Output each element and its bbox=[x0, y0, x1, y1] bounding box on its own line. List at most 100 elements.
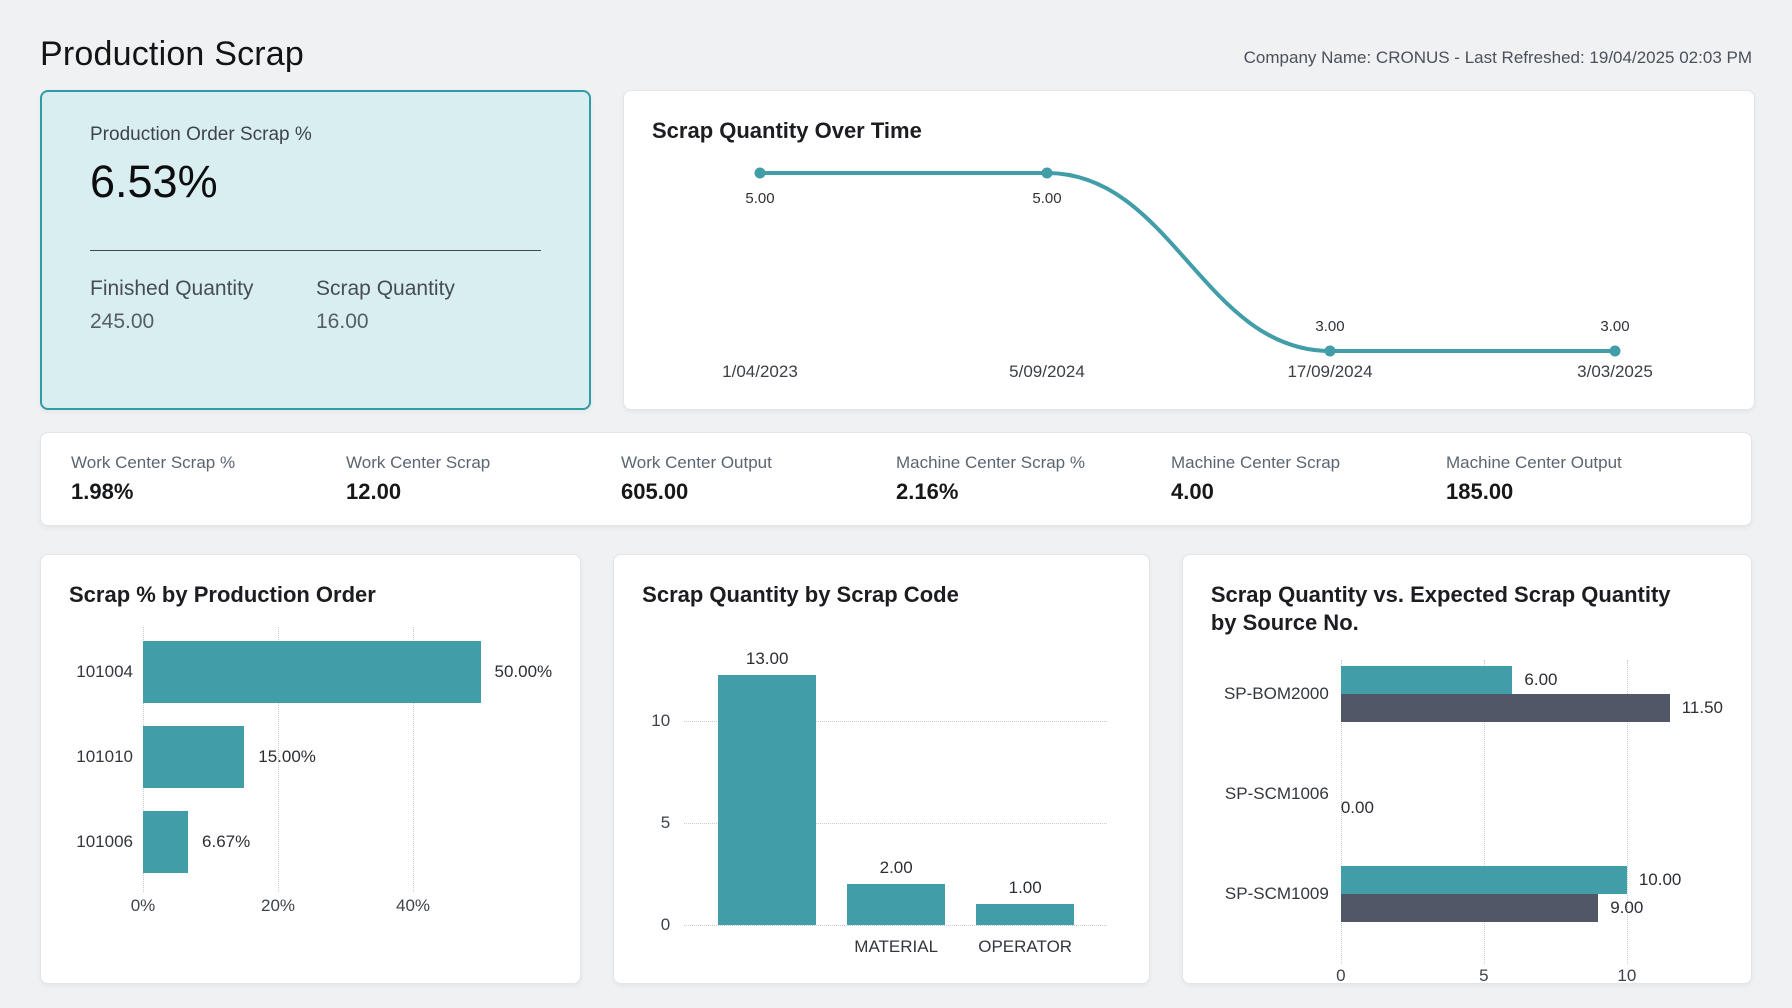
x-axis-label: 17/09/2024 bbox=[1287, 362, 1372, 381]
axis-tick: 5 bbox=[661, 813, 670, 833]
bar-value-label: 6.00 bbox=[1524, 670, 1557, 690]
metric-value: 605.00 bbox=[621, 479, 896, 505]
bar-101006[interactable] bbox=[143, 811, 188, 873]
horizontal-bar-plot: 101004 50.00% 101010 15.00% 101006 6.67%… bbox=[69, 641, 552, 922]
x-axis: 0 5 10 bbox=[1211, 966, 1723, 992]
bar-group: 1.00 OPERATOR bbox=[976, 649, 1074, 925]
bar-value-label: 11.50 bbox=[1682, 698, 1723, 718]
x-axis-label: 5/09/2024 bbox=[1009, 362, 1085, 381]
bar-value-label: 10.00 bbox=[1639, 870, 1682, 890]
bar-101004[interactable] bbox=[143, 641, 481, 703]
metric-work-center-scrap-pct: Work Center Scrap % 1.98% bbox=[71, 453, 346, 505]
kpi-sub-metrics: Finished Quantity 245.00 Scrap Quantity … bbox=[90, 277, 541, 334]
bars: 13.00 2.00 MATERIAL 1.00 OPERATOR bbox=[714, 649, 1117, 925]
chart-title: Scrap % by Production Order bbox=[69, 581, 552, 609]
kpi-divider bbox=[90, 250, 541, 251]
bar-value-label: 0.00 bbox=[1341, 798, 1374, 818]
axis-tick: 0% bbox=[131, 896, 156, 916]
bar-101010[interactable] bbox=[143, 726, 244, 788]
finished-quantity-value: 245.00 bbox=[90, 310, 316, 334]
bar-scrap-quantity[interactable] bbox=[1341, 866, 1627, 894]
axis-tick: 5 bbox=[1479, 966, 1488, 986]
metric-label: Work Center Scrap bbox=[346, 453, 621, 473]
data-point-label: 5.00 bbox=[745, 190, 774, 207]
line-series-path[interactable] bbox=[760, 173, 1615, 351]
bar-value-label: 1.00 bbox=[1009, 878, 1042, 898]
metric-work-center-scrap: Work Center Scrap 12.00 bbox=[346, 453, 621, 505]
bar-row-sp-scm1006: SP-SCM1006 0.00 bbox=[1211, 766, 1723, 822]
bar-value-label: 13.00 bbox=[746, 649, 789, 669]
category-label: SP-SCM1006 bbox=[1211, 784, 1329, 804]
x-axis-label: 3/03/2025 bbox=[1577, 362, 1653, 381]
data-point-dot[interactable] bbox=[1610, 345, 1621, 356]
header-meta: Company Name: CRONUS - Last Refreshed: 1… bbox=[1244, 48, 1752, 74]
bar-row: 101010 15.00% bbox=[69, 726, 552, 788]
finished-quantity-label: Finished Quantity bbox=[90, 277, 316, 301]
bar-expected-scrap-quantity[interactable] bbox=[1341, 694, 1670, 722]
bar-row-sp-bom2000: SP-BOM2000 6.00 11.50 bbox=[1211, 666, 1723, 722]
metric-machine-center-scrap-pct: Machine Center Scrap % 2.16% bbox=[896, 453, 1171, 505]
metric-label: Machine Center Scrap % bbox=[896, 453, 1171, 473]
scrap-quantity: Scrap Quantity 16.00 bbox=[316, 277, 541, 334]
axis-tick: 10 bbox=[651, 711, 670, 731]
metric-machine-center-output: Machine Center Output 185.00 bbox=[1446, 453, 1721, 505]
kpi-card[interactable]: Production Order Scrap % 6.53% Finished … bbox=[40, 90, 591, 410]
kpi-label: Production Order Scrap % bbox=[90, 124, 541, 146]
metric-machine-center-scrap: Machine Center Scrap 4.00 bbox=[1171, 453, 1446, 505]
bar-line: 10.00 bbox=[1341, 866, 1682, 894]
gridline bbox=[684, 925, 1107, 926]
category-label: 101006 bbox=[69, 832, 133, 852]
scrap-by-scrap-code-card: Scrap Quantity by Scrap Code 10 5 0 13.0… bbox=[613, 554, 1150, 984]
bar-line: 9.00 bbox=[1341, 894, 1682, 922]
scrap-quantity-value: 16.00 bbox=[316, 310, 541, 334]
metric-label: Work Center Output bbox=[621, 453, 896, 473]
metric-label: Machine Center Scrap bbox=[1171, 453, 1446, 473]
bar-blank-code[interactable] bbox=[718, 675, 816, 925]
vertical-bar-plot: 10 5 0 13.00 2.00 MATERIAL 1.00 bbox=[684, 649, 1117, 925]
data-point-label: 3.00 bbox=[1315, 318, 1344, 335]
bar-line: 6.00 bbox=[1341, 666, 1723, 694]
data-point-label: 3.00 bbox=[1600, 318, 1629, 335]
bar-expected-scrap-quantity[interactable] bbox=[1341, 894, 1598, 922]
bar-row-sp-scm1009: SP-SCM1009 10.00 9.00 bbox=[1211, 866, 1723, 922]
chart-title: Scrap Quantity vs. Expected Scrap Quanti… bbox=[1211, 581, 1681, 636]
bar-value-label: 6.67% bbox=[202, 832, 250, 852]
metric-label: Machine Center Output bbox=[1446, 453, 1721, 473]
metric-value: 185.00 bbox=[1446, 479, 1721, 505]
axis-tick: 40% bbox=[396, 896, 430, 916]
metric-value: 1.98% bbox=[71, 479, 346, 505]
data-point-dot[interactable] bbox=[1325, 345, 1336, 356]
bar-scrap-quantity[interactable] bbox=[1341, 666, 1513, 694]
bar-line: 11.50 bbox=[1341, 694, 1723, 722]
category-label: SP-BOM2000 bbox=[1211, 684, 1329, 704]
metric-value: 12.00 bbox=[346, 479, 621, 505]
bar-operator[interactable] bbox=[976, 904, 1074, 924]
bar-row: 101006 6.67% bbox=[69, 811, 552, 873]
bar-pair: 10.00 9.00 bbox=[1341, 866, 1682, 922]
bar-material[interactable] bbox=[847, 884, 945, 925]
chart-title: Scrap Quantity Over Time bbox=[652, 117, 1726, 145]
production-scrap-dashboard: Production Scrap Company Name: CRONUS - … bbox=[0, 0, 1792, 1008]
row-bottom: Scrap % by Production Order 101004 50.00… bbox=[40, 554, 1752, 984]
finished-quantity: Finished Quantity 245.00 bbox=[90, 277, 316, 334]
metric-value: 2.16% bbox=[896, 479, 1171, 505]
bar-value-label: 15.00% bbox=[258, 747, 316, 767]
data-point-dot[interactable] bbox=[755, 167, 766, 178]
category-label: OPERATOR bbox=[978, 937, 1072, 957]
scrap-quantity-label: Scrap Quantity bbox=[316, 277, 541, 301]
metric-work-center-output: Work Center Output 605.00 bbox=[621, 453, 896, 505]
metric-value: 4.00 bbox=[1171, 479, 1446, 505]
row-top: Production Order Scrap % 6.53% Finished … bbox=[40, 90, 1752, 410]
bar-value-label: 50.00% bbox=[495, 662, 553, 682]
category-label: 101004 bbox=[69, 662, 133, 682]
line-chart: 5.00 5.00 3.00 3.00 1/04/2023 5/09/2024 … bbox=[652, 149, 1726, 385]
data-point-label: 5.00 bbox=[1032, 190, 1061, 207]
bar-value-label: 9.00 bbox=[1610, 898, 1643, 918]
scrap-over-time-card: Scrap Quantity Over Time 5.00 5.00 3.00 … bbox=[623, 90, 1755, 410]
category-label: SP-SCM1009 bbox=[1211, 884, 1329, 904]
scrap-vs-expected-card: Scrap Quantity vs. Expected Scrap Quanti… bbox=[1182, 554, 1752, 984]
header: Production Scrap Company Name: CRONUS - … bbox=[40, 22, 1752, 74]
data-point-dot[interactable] bbox=[1042, 167, 1053, 178]
axis-tick: 10 bbox=[1617, 966, 1636, 986]
category-label: 101010 bbox=[69, 747, 133, 767]
